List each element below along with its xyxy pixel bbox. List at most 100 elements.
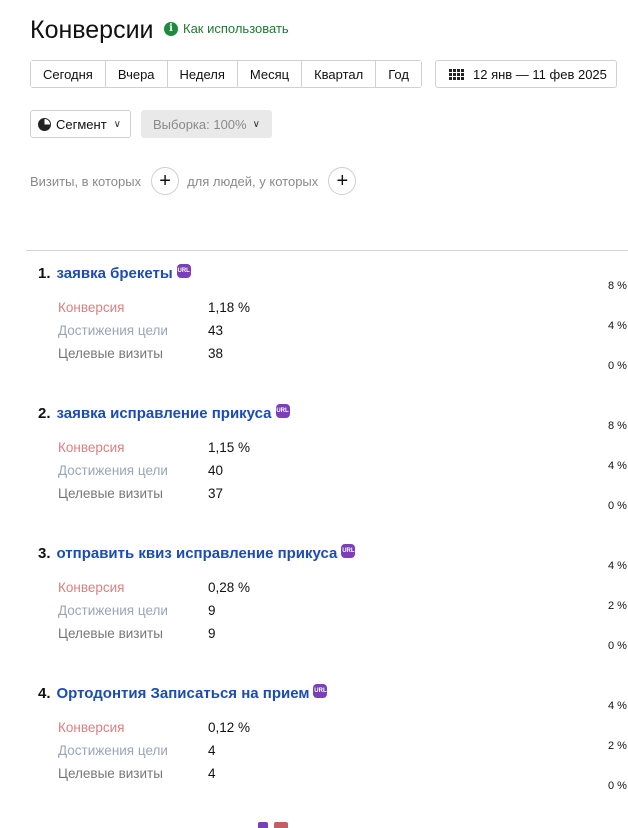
goal-header: 4. Ортодонтия Записаться на прием URL xyxy=(38,683,598,702)
metric-value: 4 xyxy=(208,766,216,781)
url-icon: URL xyxy=(275,403,290,418)
url-icon xyxy=(258,822,268,828)
goal-item: 4. Ортодонтия Записаться на прием URL Ко… xyxy=(38,683,598,782)
period-week-button[interactable]: Неделя xyxy=(167,61,238,87)
chart-axis-label: 4 % xyxy=(608,700,627,712)
metric-value: 9 xyxy=(208,626,216,641)
metric-visits: Целевые визиты 38 xyxy=(38,345,598,362)
goal-header: 3. отправить квиз исправление прикуса UR… xyxy=(38,543,598,562)
period-quarter-button[interactable]: Квартал xyxy=(302,61,377,87)
metric-visits: Целевые визиты 37 xyxy=(38,485,598,502)
goal-metrics: Конверсия 0,28 % Достижения цели 9 Целев… xyxy=(38,579,598,642)
metric-reaches: Достижения цели 40 xyxy=(38,462,598,479)
goal-metrics: Конверсия 0,12 % Достижения цели 4 Целев… xyxy=(38,719,598,782)
period-today-button[interactable]: Сегодня xyxy=(31,61,106,87)
goal-number: 3. xyxy=(38,545,51,562)
metric-conversion: Конверсия 0,12 % xyxy=(38,719,598,736)
metric-value: 40 xyxy=(208,463,224,478)
chart-axis-label: 4 % xyxy=(608,560,627,572)
date-range-label: 12 янв — 11 фев 2025 xyxy=(473,66,607,82)
chart-axis-label: 8 % xyxy=(608,420,627,432)
filter-row: Визиты, в которых + для людей, у которых… xyxy=(30,167,357,195)
segment-button[interactable]: Сегмент ∨ xyxy=(30,110,131,138)
add-visits-filter-button[interactable]: + xyxy=(151,167,180,195)
chart-axis-label: 2 % xyxy=(608,740,627,752)
metric-visits: Целевые визиты 4 xyxy=(38,765,598,782)
page-title: Конверсии xyxy=(30,16,154,44)
metric-label: Целевые визиты xyxy=(58,766,163,781)
url-icon: URL xyxy=(313,683,328,698)
metric-label: Достижения цели xyxy=(58,603,168,618)
metric-label: Достижения цели xyxy=(58,743,168,758)
help-label: Как использовать xyxy=(183,21,289,36)
chart-axis-label: 0 % xyxy=(608,780,627,792)
period-year-button[interactable]: Год xyxy=(376,61,421,87)
metric-label: Целевые визиты xyxy=(58,626,163,641)
sample-button[interactable]: Выборка: 100% ∨ xyxy=(141,110,272,138)
metric-value: 4 xyxy=(208,743,216,758)
metric-label: Конверсия xyxy=(58,440,125,455)
date-range-button[interactable]: 12 янв — 11 фев 2025 xyxy=(435,60,617,88)
chart-axis-label: 0 % xyxy=(608,360,627,372)
chart-axis-label: 0 % xyxy=(608,500,627,512)
metric-label: Целевые визиты xyxy=(58,486,163,501)
goal-number: 2. xyxy=(38,405,51,422)
segment-label: Сегмент xyxy=(56,116,107,132)
goal-metrics: Конверсия 1,18 % Достижения цели 43 Целе… xyxy=(38,299,598,362)
chart-axis-label: 4 % xyxy=(608,320,627,332)
metric-label: Целевые визиты xyxy=(58,346,163,361)
help-link[interactable]: i Как использовать xyxy=(164,21,289,36)
metric-label: Конверсия xyxy=(58,300,125,315)
chart-axis-label: 2 % xyxy=(608,600,627,612)
metric-reaches: Достижения цели 4 xyxy=(38,742,598,759)
metric-visits: Целевые визиты 9 xyxy=(38,625,598,642)
info-icon: i xyxy=(164,21,178,36)
metric-label: Достижения цели xyxy=(58,323,168,338)
visits-filter-label: Визиты, в которых xyxy=(30,173,142,189)
period-yesterday-button[interactable]: Вчера xyxy=(105,61,168,87)
goal-badge-icon xyxy=(274,822,288,828)
goal-name-link[interactable]: отправить квиз исправление прикуса xyxy=(57,545,338,562)
metric-label: Достижения цели xyxy=(58,463,168,478)
metric-conversion: Конверсия 1,15 % xyxy=(38,439,598,456)
metric-reaches: Достижения цели 43 xyxy=(38,322,598,339)
chevron-down-icon: ∨ xyxy=(252,118,260,130)
goal-number: 1. xyxy=(38,265,51,282)
metric-value: 38 xyxy=(208,346,224,361)
metric-value: 0,12 % xyxy=(208,720,251,735)
add-people-filter-button[interactable]: + xyxy=(328,167,357,195)
metric-conversion: Конверсия 0,28 % xyxy=(38,579,598,596)
metric-reaches: Достижения цели 9 xyxy=(38,602,598,619)
chart-axis-label: 8 % xyxy=(608,280,627,292)
chart-axis-label: 4 % xyxy=(608,460,627,472)
goal-metrics: Конверсия 1,15 % Достижения цели 40 Целе… xyxy=(38,439,598,502)
metric-value: 1,18 % xyxy=(208,300,251,315)
metric-value: 43 xyxy=(208,323,224,338)
calendar-grid-icon xyxy=(449,68,464,80)
goal-item: 2. заявка исправление прикуса URL Конвер… xyxy=(38,403,598,502)
url-icon: URL xyxy=(176,263,191,278)
sample-label: Выборка: 100% xyxy=(153,116,247,132)
goal-name-link[interactable]: Ортодонтия Записаться на прием xyxy=(57,685,310,702)
metric-value: 37 xyxy=(208,486,224,501)
period-month-button[interactable]: Месяц xyxy=(237,61,303,87)
people-filter-label: для людей, у которых xyxy=(187,173,319,189)
goal-item: 3. отправить квиз исправление прикуса UR… xyxy=(38,543,598,642)
chart-axis-label: 0 % xyxy=(608,640,627,652)
chevron-down-icon: ∨ xyxy=(113,118,121,130)
pie-icon xyxy=(38,117,51,131)
metric-value: 0,28 % xyxy=(208,580,251,595)
goal-name-link[interactable]: заявка брекеты xyxy=(57,265,173,282)
divider xyxy=(26,250,628,251)
metric-value: 1,15 % xyxy=(208,440,251,455)
period-selector: Сегодня Вчера Неделя Месяц Квартал Год xyxy=(30,60,422,88)
goal-header: 2. заявка исправление прикуса URL xyxy=(38,403,598,422)
goal-number: 4. xyxy=(38,685,51,702)
goal-header: 1. заявка брекеты URL xyxy=(38,263,598,282)
metric-label: Конверсия xyxy=(58,580,125,595)
url-icon: URL xyxy=(341,543,356,558)
metric-label: Конверсия xyxy=(58,720,125,735)
metric-conversion: Конверсия 1,18 % xyxy=(38,299,598,316)
metric-value: 9 xyxy=(208,603,216,618)
goal-name-link[interactable]: заявка исправление прикуса xyxy=(57,405,272,422)
